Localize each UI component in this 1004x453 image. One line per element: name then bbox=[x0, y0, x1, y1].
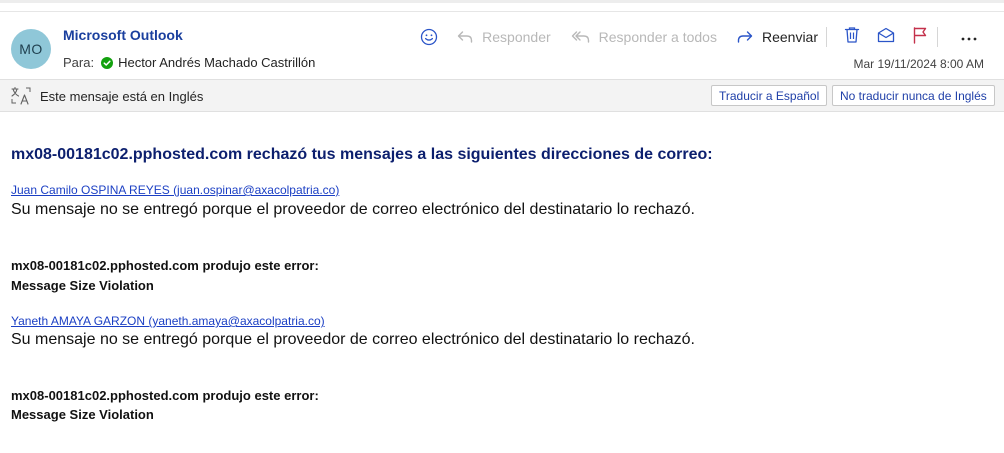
envelope-open-icon bbox=[877, 27, 895, 48]
translation-notice: Este mensaje está en Inglés bbox=[40, 89, 204, 104]
failure-reason: Su mensaje no se entregó porque el prove… bbox=[11, 201, 695, 218]
window-top-strip bbox=[0, 0, 1004, 12]
window-top-edge bbox=[0, 0, 1004, 3]
forward-button[interactable]: Reenviar bbox=[736, 24, 818, 50]
translation-bar: Este mensaje está en Inglés Traducir a E… bbox=[0, 79, 1004, 112]
more-icon bbox=[961, 28, 977, 46]
error-source: mx08-00181c02.pphosted.com produjo este … bbox=[11, 258, 319, 273]
reply-button[interactable]: Responder bbox=[456, 24, 551, 50]
error-source: mx08-00181c02.pphosted.com produjo este … bbox=[11, 388, 319, 403]
error-message: Message Size Violation bbox=[11, 407, 154, 422]
flag-icon bbox=[912, 26, 928, 49]
verified-check-icon bbox=[101, 56, 114, 69]
reply-all-button[interactable]: Responder a todos bbox=[571, 24, 717, 50]
to-label: Para: bbox=[63, 55, 95, 70]
failed-recipient-link[interactable]: Juan Camilo OSPINA REYES (juan.ospinar@a… bbox=[11, 183, 339, 197]
never-translate-button[interactable]: No traducir nunca de Inglés bbox=[832, 85, 995, 106]
to-line: Para: Hector Andrés Machado Castrillón bbox=[63, 55, 315, 70]
translate-button[interactable]: Traducir a Español bbox=[711, 85, 828, 106]
toolbar-divider bbox=[826, 27, 827, 47]
reply-label: Responder bbox=[482, 29, 551, 45]
failed-recipient-link[interactable]: Yaneth AMAYA GARZON (yaneth.amaya@axacol… bbox=[11, 314, 325, 328]
reply-all-icon bbox=[571, 29, 591, 45]
trash-icon bbox=[844, 26, 860, 49]
delete-button[interactable] bbox=[835, 24, 869, 50]
forward-icon bbox=[736, 29, 754, 45]
toolbar-divider-2 bbox=[937, 27, 938, 47]
bounce-headline: mx08-00181c02.pphosted.com rechazó tus m… bbox=[11, 146, 713, 163]
smiley-icon bbox=[420, 28, 438, 46]
avatar[interactable]: MO bbox=[11, 29, 51, 69]
error-message: Message Size Violation bbox=[11, 278, 154, 293]
forward-label: Reenviar bbox=[761, 29, 818, 45]
mark-read-button[interactable] bbox=[869, 24, 903, 50]
reply-all-label: Responder a todos bbox=[598, 29, 717, 45]
translate-icon bbox=[10, 86, 32, 106]
reaction-button[interactable] bbox=[420, 24, 438, 50]
message-date: Mar 19/11/2024 8:00 AM bbox=[853, 57, 984, 71]
flag-button[interactable] bbox=[903, 24, 937, 50]
more-actions-button[interactable] bbox=[952, 24, 986, 50]
message-header: MO Microsoft Outlook Para: Hector Andrés… bbox=[0, 12, 1004, 78]
recipient-name[interactable]: Hector Andrés Machado Castrillón bbox=[118, 55, 315, 70]
reply-icon bbox=[456, 29, 474, 45]
failure-reason: Su mensaje no se entregó porque el prove… bbox=[11, 331, 695, 348]
message-toolbar: Responder Responder a todos Reenviar bbox=[420, 24, 986, 50]
sender-name[interactable]: Microsoft Outlook bbox=[63, 27, 183, 43]
